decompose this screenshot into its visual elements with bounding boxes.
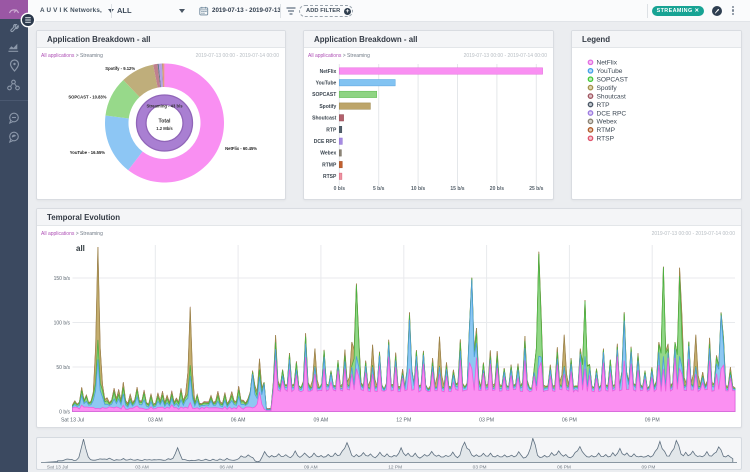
svg-text:RTP: RTP (597, 102, 611, 109)
svg-text:5 b/s: 5 b/s (373, 186, 385, 192)
svg-text:Streaming - 43 b/s: Streaming - 43 b/s (146, 104, 183, 109)
svg-text:09 PM: 09 PM (645, 418, 660, 424)
svg-text:RTSP: RTSP (597, 136, 615, 143)
svg-text:09 PM: 09 PM (641, 465, 655, 470)
svg-text:20 b/s: 20 b/s (490, 186, 504, 192)
svg-text:NetFlix: NetFlix (597, 60, 618, 67)
svg-text:09 AM: 09 AM (304, 465, 318, 470)
svg-text:DCE RPC: DCE RPC (314, 139, 337, 145)
svg-text:Shoutcast: Shoutcast (312, 116, 337, 122)
svg-text:NetFlix - 60.45%: NetFlix - 60.45% (225, 146, 257, 151)
svg-text:all: all (76, 244, 85, 253)
svg-text:Spotify - 9.12%: Spotify - 9.12% (105, 66, 135, 71)
svg-text:RTMP: RTMP (322, 162, 337, 168)
svg-text:Total: Total (158, 119, 171, 125)
svg-text:0 b/s: 0 b/s (59, 409, 70, 415)
svg-text:03 AM: 03 AM (135, 465, 149, 470)
svg-text:03 AM: 03 AM (148, 418, 163, 424)
svg-text:YouTube: YouTube (597, 68, 623, 75)
svg-text:25 b/s: 25 b/s (529, 186, 543, 192)
svg-text:06 AM: 06 AM (220, 465, 234, 470)
svg-text:100 b/s: 100 b/s (54, 320, 71, 326)
svg-text:NetFlix: NetFlix (320, 69, 337, 75)
svg-text:10 b/s: 10 b/s (411, 186, 425, 192)
svg-text:Sat 13 Jul: Sat 13 Jul (61, 418, 84, 424)
svg-text:RTMP: RTMP (597, 127, 616, 134)
svg-text:Sat 13 Jul: Sat 13 Jul (47, 465, 68, 470)
svg-text:12 PM: 12 PM (396, 418, 411, 424)
svg-text:50 b/s: 50 b/s (56, 365, 70, 371)
svg-text:YouTube: YouTube (316, 81, 337, 87)
svg-text:RTP: RTP (326, 127, 337, 133)
svg-text:RTSP: RTSP (323, 174, 337, 180)
svg-text:06 PM: 06 PM (562, 418, 577, 424)
svg-text:SOPCAST: SOPCAST (312, 92, 336, 98)
svg-text:150 b/s: 150 b/s (54, 276, 71, 282)
svg-text:DCE RPC: DCE RPC (597, 110, 627, 117)
svg-text:12 PM: 12 PM (388, 465, 402, 470)
svg-text:15 b/s: 15 b/s (450, 186, 464, 192)
svg-text:03 PM: 03 PM (473, 465, 487, 470)
svg-text:03 PM: 03 PM (479, 418, 494, 424)
svg-text:06 AM: 06 AM (231, 418, 246, 424)
svg-text:09 AM: 09 AM (314, 418, 329, 424)
svg-text:YouTube - 16.55%: YouTube - 16.55% (70, 150, 105, 155)
svg-text:1.2 Mb/s: 1.2 Mb/s (156, 126, 173, 131)
svg-text:Webex: Webex (597, 119, 618, 126)
svg-text:Spotify: Spotify (319, 104, 336, 110)
svg-text:06 PM: 06 PM (557, 465, 571, 470)
svg-text:SOPCAST: SOPCAST (597, 77, 629, 84)
svg-text:Spotify: Spotify (597, 85, 618, 92)
svg-text:Webex: Webex (320, 151, 336, 157)
svg-text:SOPCAST - 10.83%: SOPCAST - 10.83% (68, 94, 106, 99)
svg-text:0 b/s: 0 b/s (334, 186, 346, 192)
svg-text:Shoutcast: Shoutcast (597, 93, 626, 100)
